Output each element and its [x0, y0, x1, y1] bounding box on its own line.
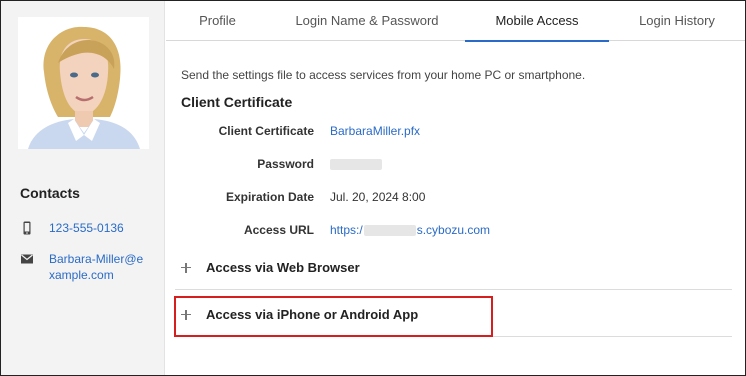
- phone-link[interactable]: 123-555-0136: [49, 220, 124, 236]
- profile-photo: [18, 17, 149, 149]
- tab-profile[interactable]: Profile: [166, 1, 269, 41]
- password-value-redacted: [330, 157, 382, 171]
- contact-email-row: Barbara-Miller@example.com: [20, 251, 149, 283]
- contact-phone-row: 123-555-0136: [20, 220, 124, 236]
- accordion-web-browser[interactable]: Access via Web Browser: [175, 246, 732, 290]
- redaction-blur: [363, 225, 416, 237]
- highlight-box: [174, 296, 493, 337]
- access-url-prefix: https:/: [330, 223, 363, 237]
- mail-icon: [20, 252, 34, 266]
- password-label: Password: [257, 157, 314, 171]
- certificate-label: Client Certificate: [218, 124, 314, 138]
- expiration-date-label: Expiration Date: [225, 190, 314, 204]
- accordion-web-browser-label: Access via Web Browser: [206, 260, 360, 275]
- profile-sidebar: Contacts 123-555-0136 Barbara-Miller@exa…: [1, 1, 165, 375]
- client-certificate-heading: Client Certificate: [181, 94, 293, 110]
- email-link[interactable]: Barbara-Miller@example.com: [49, 251, 149, 283]
- expiration-date-value: Jul. 20, 2024 8:00: [330, 190, 426, 204]
- tab-mobile-access[interactable]: Mobile Access: [465, 1, 609, 42]
- contacts-heading: Contacts: [20, 185, 80, 201]
- access-url-link[interactable]: https:/ s.cybozu.com: [330, 223, 490, 237]
- certificate-file-link[interactable]: BarbaraMiller.pfx: [330, 124, 420, 138]
- mobile-access-description: Send the settings file to access service…: [181, 68, 586, 82]
- tab-login-name-password[interactable]: Login Name & Password: [269, 1, 465, 41]
- access-url-label: Access URL: [243, 223, 314, 237]
- redaction-blur: [330, 159, 382, 171]
- phone-icon: [20, 221, 34, 235]
- profile-photo-image: [18, 17, 149, 149]
- tab-login-history[interactable]: Login History: [609, 1, 745, 41]
- plus-icon: [181, 262, 191, 273]
- access-url-suffix: s.cybozu.com: [416, 223, 491, 237]
- profile-tabs: Profile Login Name & Password Mobile Acc…: [166, 1, 745, 42]
